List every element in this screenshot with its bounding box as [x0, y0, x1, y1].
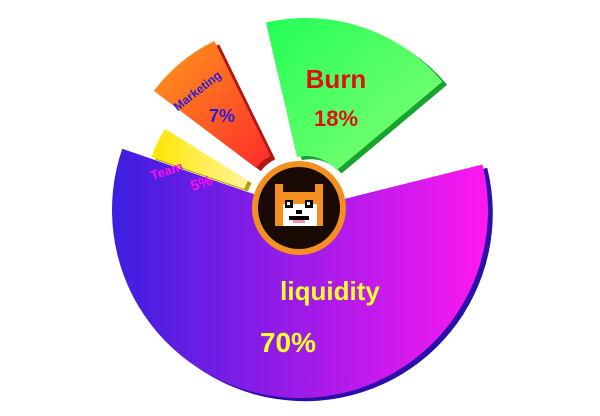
slice-liquidity-label: liquidity [280, 276, 380, 306]
cat-logo [252, 161, 346, 255]
slice-burn-value-label: 18% [314, 106, 358, 131]
pie-chart: liquidity70%Team5%Marketing7%Burn18% [112, 17, 493, 402]
slice-liquidity-value-label: 70% [260, 327, 316, 358]
slice-marketing-value-label: 7% [209, 106, 235, 126]
slice-burn-label: Burn [306, 64, 367, 94]
slice-burn [265, 17, 443, 171]
